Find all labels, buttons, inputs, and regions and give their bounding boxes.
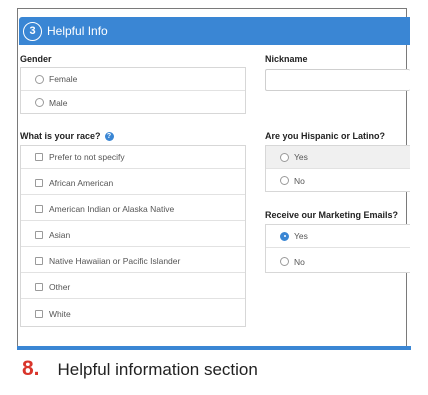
race-option-african-american[interactable]: African American bbox=[21, 172, 245, 195]
question-circle-icon[interactable]: ? bbox=[104, 132, 114, 142]
caption-number: 8. bbox=[22, 357, 40, 380]
gender-label: Gender bbox=[20, 54, 52, 64]
gender-option-female[interactable]: Female bbox=[21, 68, 245, 91]
checkbox-icon[interactable] bbox=[35, 205, 43, 213]
checkbox-icon[interactable] bbox=[35, 153, 43, 161]
checkbox-icon[interactable] bbox=[35, 179, 43, 187]
marketing-radio-group: Yes No bbox=[265, 224, 410, 273]
section-title: Helpful Info bbox=[47, 24, 108, 38]
marketing-label: Receive our Marketing Emails? bbox=[265, 210, 399, 220]
radio-icon[interactable] bbox=[280, 152, 289, 162]
race-option-other[interactable]: Other bbox=[21, 276, 245, 299]
gender-option-male[interactable]: Male bbox=[21, 91, 245, 114]
nickname-input[interactable] bbox=[265, 69, 410, 91]
checkbox-icon[interactable] bbox=[35, 257, 43, 265]
race-option-white[interactable]: White bbox=[21, 302, 245, 325]
option-label: Asian bbox=[49, 230, 71, 240]
checkbox-icon[interactable] bbox=[35, 283, 43, 291]
option-label: African American bbox=[49, 178, 114, 188]
caption-text: Helpful information section bbox=[57, 360, 258, 379]
figure-caption: 8. Helpful information section bbox=[22, 357, 258, 381]
option-label: Other bbox=[49, 282, 71, 292]
hispanic-label: Are you Hispanic or Latino? bbox=[265, 131, 386, 141]
race-option-asian[interactable]: Asian bbox=[21, 224, 245, 247]
hispanic-radio-group: Yes No bbox=[265, 145, 410, 192]
race-option-native-hawaiian[interactable]: Native Hawaiian or Pacific Islander bbox=[21, 250, 245, 273]
option-label: Male bbox=[49, 97, 68, 108]
option-label: No bbox=[294, 175, 305, 186]
radio-selected-icon[interactable] bbox=[280, 231, 289, 241]
radio-icon[interactable] bbox=[35, 98, 44, 107]
option-label: American Indian or Alaska Native bbox=[49, 204, 175, 214]
section-bottom-divider bbox=[17, 346, 411, 350]
option-label: No bbox=[294, 256, 305, 267]
race-label: What is your race?? bbox=[20, 131, 114, 142]
race-option-american-indian[interactable]: American Indian or Alaska Native bbox=[21, 198, 245, 221]
radio-icon[interactable] bbox=[35, 74, 44, 84]
radio-icon[interactable] bbox=[280, 257, 289, 266]
nickname-label: Nickname bbox=[265, 54, 308, 64]
checkbox-icon[interactable] bbox=[35, 309, 43, 318]
marketing-option-no[interactable]: No bbox=[266, 250, 410, 273]
gender-radio-group: Female Male bbox=[20, 67, 246, 114]
step-number-badge: 3 bbox=[23, 21, 42, 41]
option-label: Prefer to not specify bbox=[49, 152, 125, 162]
option-label: Yes bbox=[294, 231, 308, 241]
option-label: White bbox=[49, 308, 71, 319]
radio-icon[interactable] bbox=[280, 176, 289, 185]
option-label: Native Hawaiian or Pacific Islander bbox=[49, 256, 181, 266]
hispanic-option-no[interactable]: No bbox=[266, 169, 410, 192]
helpful-info-panel: 3 Helpful Info Gender Female Male Nickna… bbox=[19, 17, 410, 347]
hispanic-option-yes[interactable]: Yes bbox=[266, 146, 410, 169]
race-label-text: What is your race? bbox=[20, 131, 101, 141]
checkbox-icon[interactable] bbox=[35, 231, 43, 239]
section-header: 3 Helpful Info bbox=[19, 17, 410, 45]
race-option-prefer-not[interactable]: Prefer to not specify bbox=[21, 146, 245, 169]
option-label: Yes bbox=[294, 152, 308, 162]
marketing-option-yes[interactable]: Yes bbox=[266, 225, 410, 248]
option-label: Female bbox=[49, 74, 78, 84]
race-checkbox-group: Prefer to not specify African American A… bbox=[20, 145, 246, 327]
